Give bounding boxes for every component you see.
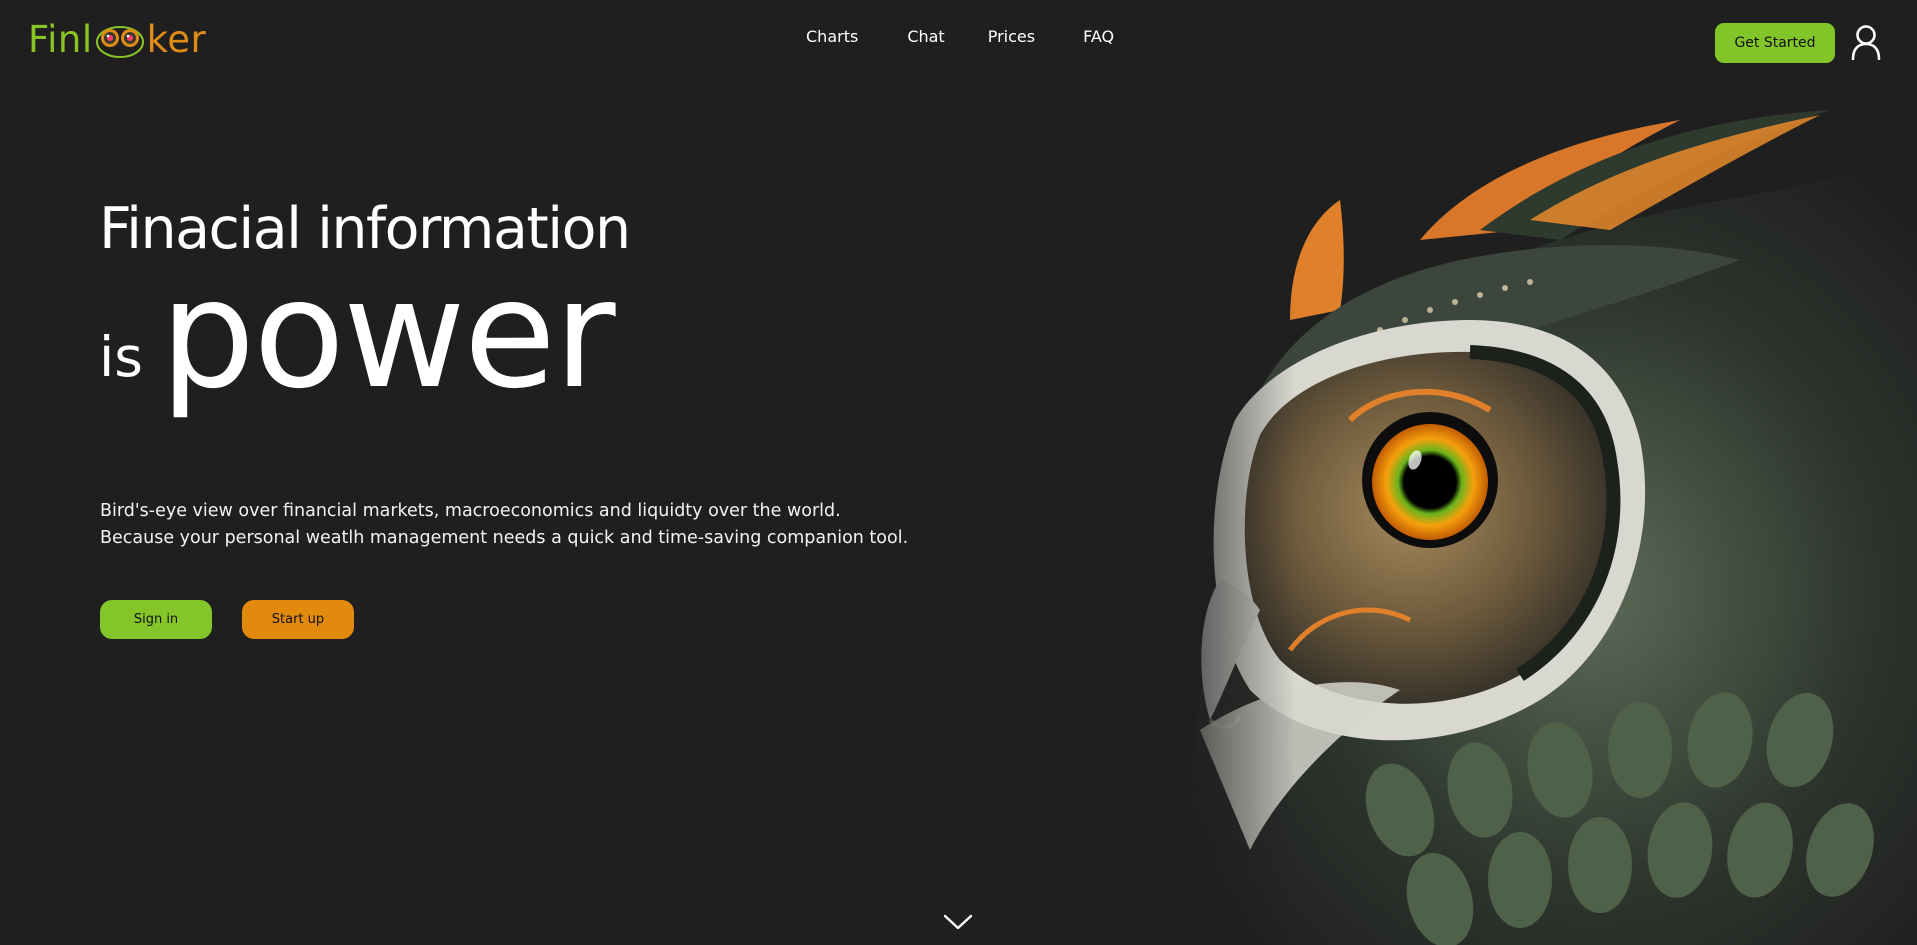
sign-in-button[interactable]: Sign in bbox=[100, 600, 212, 639]
logo-text-right: ker bbox=[146, 18, 207, 61]
main-nav: Charts Chat Prices FAQ bbox=[806, 26, 1114, 48]
user-icon[interactable] bbox=[1850, 24, 1882, 60]
owl-hero-image bbox=[1140, 90, 1917, 945]
hero-description-line-2: Because your personal weatlh management … bbox=[100, 528, 909, 548]
logo-text-left: Finl bbox=[28, 18, 93, 61]
hero-description: Bird's-eye view over financial markets, … bbox=[100, 498, 908, 552]
hero-description-line-1: Bird's-eye view over financial markets, … bbox=[100, 501, 841, 521]
chevron-down-icon[interactable] bbox=[942, 912, 974, 932]
owl-eyes-logo-icon bbox=[95, 26, 144, 58]
nav-item-faq[interactable]: FAQ bbox=[1083, 26, 1114, 48]
start-up-button[interactable]: Start up bbox=[242, 600, 354, 639]
brand-logo[interactable]: Finl ker bbox=[28, 18, 206, 62]
nav-item-prices[interactable]: Prices bbox=[988, 26, 1035, 48]
nav-item-chat[interactable]: Chat bbox=[907, 26, 944, 48]
nav-item-charts[interactable]: Charts bbox=[806, 26, 858, 48]
hero-power-word: power bbox=[160, 248, 616, 422]
get-started-button[interactable]: Get Started bbox=[1715, 23, 1835, 63]
hero-is-word: is bbox=[99, 325, 143, 389]
